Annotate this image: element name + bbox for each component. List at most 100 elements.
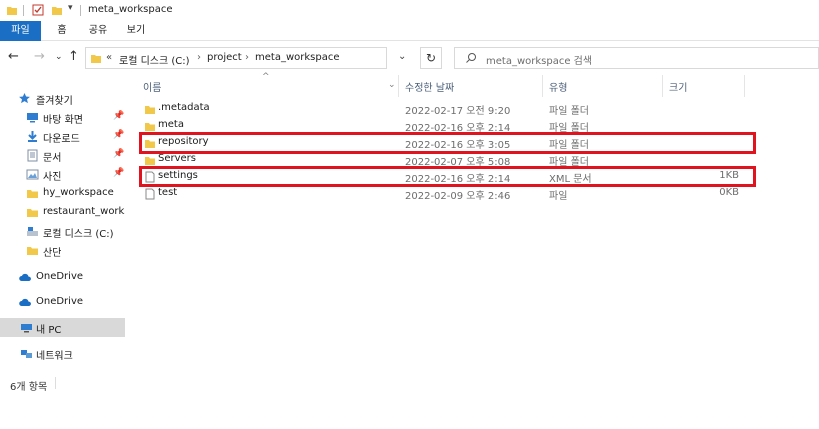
- pin-icon[interactable]: 📌: [113, 149, 124, 159]
- sidebar-item-hy-workspace[interactable]: hy_workspace: [0, 184, 125, 203]
- folder-icon: [145, 157, 155, 165]
- file-name: meta: [158, 119, 184, 130]
- sidebar-item-label: 다운로드: [43, 134, 80, 145]
- sidebar-item-label: 바탕 화면: [43, 115, 83, 126]
- navigation-pane: 즐겨찾기 바탕 화면 📌 다운로드 📌 문서 📌 사진 📌 hy_workspa…: [0, 80, 125, 429]
- title-bar: ▾ meta_workspace: [0, 0, 819, 21]
- window-title: meta_workspace: [88, 4, 173, 15]
- column-header-type[interactable]: 유형: [549, 79, 567, 94]
- sidebar-item-label: 네트워크: [36, 351, 73, 362]
- tab-file[interactable]: 파일: [0, 21, 41, 41]
- file-date: 2022-02-09 오후 2:46: [405, 191, 511, 202]
- sidebar-item-desktop[interactable]: 바탕 화면 📌: [0, 108, 125, 127]
- pin-icon[interactable]: 📌: [113, 168, 124, 178]
- address-bar[interactable]: « 로컬 디스크 (C:) › project › meta_workspace: [85, 47, 387, 69]
- pin-icon[interactable]: 📌: [113, 111, 124, 121]
- tab-view[interactable]: 보기: [121, 21, 151, 41]
- sort-ascending-icon: ^: [262, 72, 270, 82]
- star-icon: [19, 93, 30, 104]
- quick-access-dropdown-icon[interactable]: ▾: [68, 3, 73, 13]
- column-divider[interactable]: [398, 75, 399, 97]
- sidebar-item-label: OneDrive: [36, 296, 84, 307]
- breadcrumb-meta-workspace[interactable]: meta_workspace: [255, 52, 339, 63]
- sidebar-item-local-disk[interactable]: 로컬 디스크 (C:): [0, 222, 125, 241]
- folder-icon: [145, 123, 155, 131]
- sidebar-item-sandan[interactable]: 산단: [0, 241, 125, 260]
- sidebar-item-restaurant-workspace[interactable]: restaurant_workspace: [0, 203, 125, 222]
- table-row[interactable]: .metadata 2022-02-17 오전 9:20 파일 폴더: [130, 101, 819, 117]
- sidebar-item-onedrive[interactable]: OneDrive: [0, 268, 125, 287]
- folder-icon: [145, 106, 155, 114]
- table-row[interactable]: test 2022-02-09 오후 2:46 파일 0KB: [130, 186, 819, 202]
- sidebar-item-downloads[interactable]: 다운로드 📌: [0, 127, 125, 146]
- navigation-bar: ← → ⌄ ↑ « 로컬 디스크 (C:) › project › meta_w…: [0, 41, 819, 75]
- document-icon: [27, 149, 38, 162]
- computer-icon: [21, 324, 32, 333]
- ribbon-tabs: 파일 홈 공유 보기: [0, 21, 819, 41]
- sidebar-item-quick-access[interactable]: 즐겨찾기: [0, 89, 125, 108]
- desktop-icon: [27, 113, 38, 123]
- properties-icon[interactable]: [32, 4, 44, 16]
- recent-locations-icon[interactable]: ⌄: [55, 52, 63, 62]
- sidebar-item-network[interactable]: 네트워크: [0, 344, 125, 363]
- highlight-box-settings: [139, 166, 756, 187]
- overflow-icon[interactable]: «: [106, 52, 112, 63]
- breadcrumb-separator[interactable]: ›: [245, 52, 249, 63]
- tab-share[interactable]: 공유: [83, 21, 113, 41]
- sidebar-item-label: 로컬 디스크 (C:): [43, 229, 114, 240]
- new-folder-icon[interactable]: [51, 4, 63, 16]
- sidebar-item-onedrive[interactable]: OneDrive: [0, 293, 125, 312]
- sidebar-item-label: 산단: [43, 248, 62, 259]
- sidebar-item-documents[interactable]: 문서 📌: [0, 146, 125, 165]
- address-dropdown-icon[interactable]: ⌄: [398, 51, 412, 65]
- file-list: ^ 이름 ⌄ 수정한 날짜 유형 크기 .metadata 2022-02-17…: [130, 72, 819, 429]
- file-type: 파일 폴더: [549, 106, 589, 117]
- column-divider[interactable]: [744, 75, 745, 97]
- sidebar-item-label: restaurant_workspace: [43, 206, 125, 217]
- breadcrumb-local-disk[interactable]: 로컬 디스크 (C:): [119, 52, 190, 67]
- folder-icon: [27, 190, 38, 198]
- up-arrow-icon[interactable]: ↑: [68, 49, 79, 64]
- cloud-icon: [19, 298, 31, 306]
- column-header-size[interactable]: 크기: [669, 79, 687, 94]
- forward-arrow-icon[interactable]: →: [34, 49, 45, 64]
- sidebar-item-label: 즐겨찾기: [36, 96, 73, 107]
- search-placeholder: meta_workspace 검색: [486, 56, 593, 67]
- separator: [55, 377, 56, 389]
- separator: [23, 5, 24, 16]
- file-size: 0KB: [719, 187, 739, 198]
- highlight-box-repository: [139, 132, 756, 154]
- column-divider[interactable]: [662, 75, 663, 97]
- refresh-button[interactable]: ↻: [420, 47, 442, 69]
- refresh-icon: ↻: [425, 51, 437, 65]
- tab-home[interactable]: 홈: [49, 21, 75, 41]
- network-icon: [21, 350, 32, 358]
- pin-icon[interactable]: 📌: [113, 130, 124, 140]
- file-icon: [145, 188, 155, 200]
- download-icon: [28, 131, 37, 142]
- breadcrumb-project[interactable]: project: [207, 52, 242, 63]
- search-input[interactable]: meta_workspace 검색: [454, 47, 819, 69]
- folder-icon: [7, 7, 17, 15]
- file-type: 파일: [549, 191, 568, 202]
- file-name: .metadata: [158, 102, 210, 113]
- separator: [80, 5, 81, 16]
- pictures-icon: [26, 169, 39, 180]
- column-header-date[interactable]: 수정한 날짜: [405, 79, 454, 94]
- sidebar-item-label: 사진: [43, 172, 62, 183]
- sidebar-item-this-pc[interactable]: 내 PC: [0, 318, 125, 337]
- back-arrow-icon[interactable]: ←: [8, 49, 19, 64]
- file-date: 2022-02-17 오전 9:20: [405, 106, 511, 117]
- column-divider[interactable]: [542, 75, 543, 97]
- drive-icon: [27, 227, 38, 236]
- column-header-name[interactable]: 이름: [143, 79, 161, 94]
- cloud-icon: [19, 273, 31, 281]
- column-header-row: ^ 이름 ⌄ 수정한 날짜 유형 크기: [130, 72, 819, 97]
- breadcrumb-separator[interactable]: ›: [197, 52, 201, 63]
- column-dropdown-icon[interactable]: ⌄: [388, 80, 396, 90]
- sidebar-item-label: OneDrive: [36, 271, 84, 282]
- file-name: test: [158, 187, 178, 198]
- sidebar-item-pictures[interactable]: 사진 📌: [0, 165, 125, 184]
- search-icon: [466, 53, 476, 63]
- file-name: Servers: [158, 153, 197, 164]
